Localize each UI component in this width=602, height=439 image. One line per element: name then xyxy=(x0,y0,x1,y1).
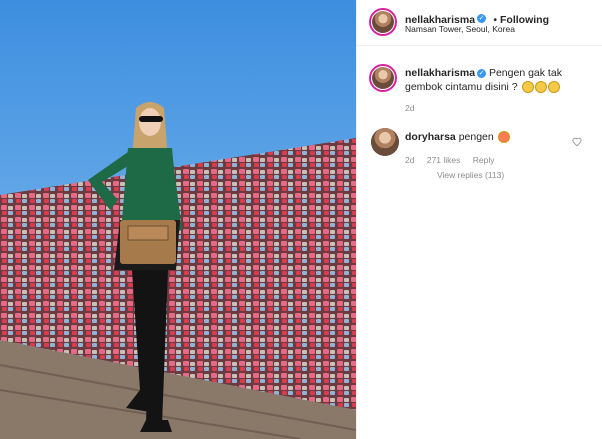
post-location[interactable]: Namsan Tower, Seoul, Korea xyxy=(405,24,515,34)
post-header: nellakharisma ✓ • Following Namsan Tower,… xyxy=(357,0,602,46)
comment-time[interactable]: 2d xyxy=(405,155,414,165)
comment-body: doryharsa pengen xyxy=(405,130,510,144)
caption-body: nellakharisma ✓ Pengen gak tak gembok cin… xyxy=(405,66,591,94)
verified-badge-icon: ✓ xyxy=(477,68,487,78)
comment-likes[interactable]: 271 likes xyxy=(427,155,461,165)
caption-avatar[interactable] xyxy=(369,64,397,92)
comment-username[interactable]: doryharsa xyxy=(405,131,456,143)
heart-icon[interactable] xyxy=(572,137,582,147)
post-details-panel: nellakharisma ✓ • Following Namsan Tower,… xyxy=(356,0,602,439)
comment-meta: 2d 271 likes Reply xyxy=(405,155,495,165)
heart-eyes-emoji-icon xyxy=(497,131,510,144)
caption-username[interactable]: nellakharisma xyxy=(405,67,475,79)
laughing-emoji-icon xyxy=(521,81,560,94)
post-photo[interactable] xyxy=(0,0,356,439)
view-replies-button[interactable]: View replies (113) xyxy=(437,170,504,180)
view-replies-label: View replies (113) xyxy=(437,170,505,180)
reply-button[interactable]: Reply xyxy=(473,155,495,165)
post-image xyxy=(0,0,356,439)
author-avatar[interactable] xyxy=(369,8,397,36)
verified-badge-icon: ✓ xyxy=(477,14,487,24)
comment-text: pengen xyxy=(458,131,494,143)
caption-time[interactable]: 2d xyxy=(405,103,414,113)
commenter-avatar[interactable] xyxy=(371,128,399,156)
